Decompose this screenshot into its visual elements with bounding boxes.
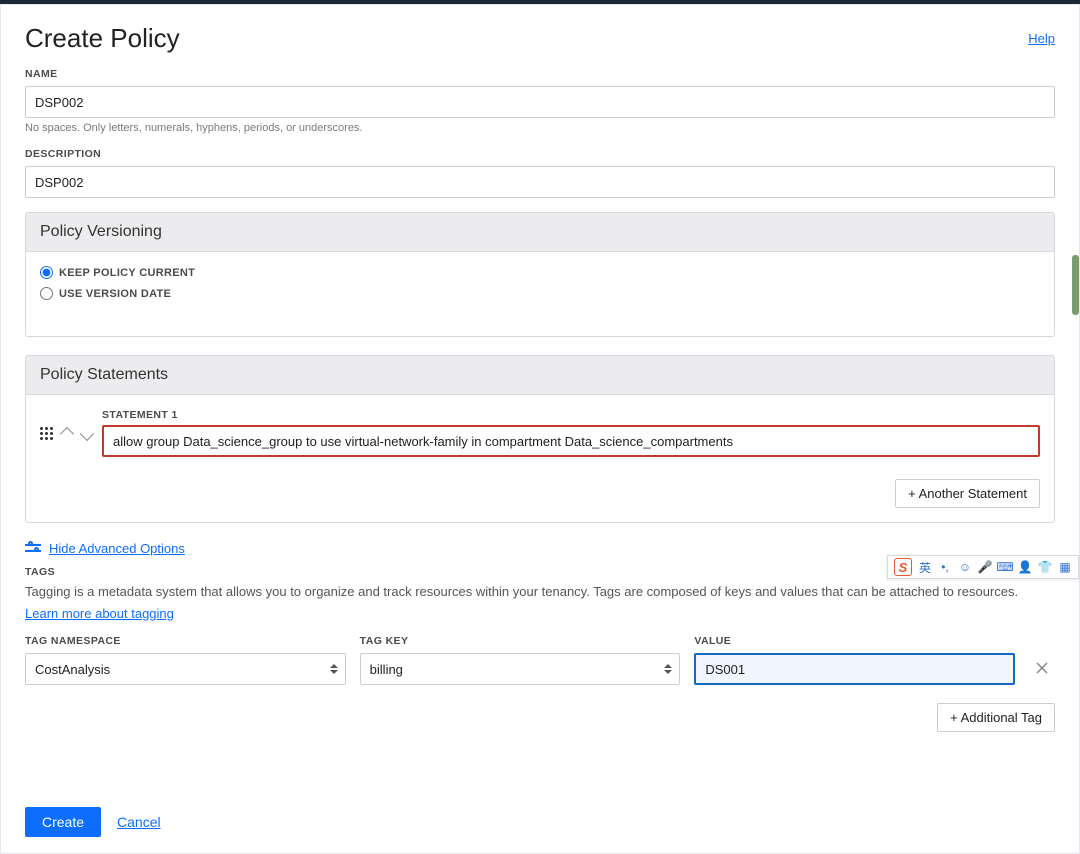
- ime-punct-icon[interactable]: •,: [938, 560, 952, 574]
- description-input[interactable]: [25, 166, 1055, 198]
- tag-key-select[interactable]: [360, 653, 681, 685]
- sliders-icon: [25, 542, 41, 556]
- name-label: NAME: [25, 68, 1055, 80]
- chevron-updown-icon: [330, 664, 338, 674]
- keep-policy-current-radio[interactable]: KEEP POLICY CURRENT: [40, 266, 1040, 279]
- statements-heading: Policy Statements: [26, 356, 1054, 395]
- learn-more-tagging-link[interactable]: Learn more about tagging: [25, 606, 174, 621]
- name-helper: No spaces. Only letters, numerals, hyphe…: [25, 122, 1055, 134]
- tag-namespace-select[interactable]: [25, 653, 346, 685]
- page-title: Create Policy: [25, 23, 180, 54]
- chevron-updown-icon: [664, 664, 672, 674]
- drag-handle-icon[interactable]: [40, 427, 52, 439]
- additional-tag-button[interactable]: + Additional Tag: [937, 703, 1055, 732]
- ime-person-icon[interactable]: 👤: [1018, 560, 1032, 574]
- tags-description: Tagging is a metadata system that allows…: [25, 584, 1055, 599]
- ime-mic-icon[interactable]: 🎤: [978, 560, 992, 574]
- hide-advanced-options-link[interactable]: Hide Advanced Options: [49, 541, 185, 556]
- scrollbar-thumb[interactable]: [1072, 255, 1079, 315]
- tag-value-input[interactable]: [694, 653, 1015, 685]
- ime-keyboard-icon[interactable]: ⌨: [998, 560, 1012, 574]
- create-button[interactable]: Create: [25, 807, 101, 837]
- ime-skin-icon[interactable]: 👕: [1038, 560, 1052, 574]
- help-link[interactable]: Help: [1028, 31, 1055, 46]
- keep-policy-current-label: KEEP POLICY CURRENT: [59, 267, 195, 279]
- use-version-date-radio-input[interactable]: [40, 287, 53, 300]
- tag-key-label: TAG KEY: [360, 635, 681, 647]
- ime-grid-icon[interactable]: ▦: [1058, 560, 1072, 574]
- tag-value-label: VALUE: [694, 635, 1015, 647]
- tag-namespace-label: TAG NAMESPACE: [25, 635, 346, 647]
- statement-1-input[interactable]: [102, 425, 1040, 457]
- name-input[interactable]: [25, 86, 1055, 118]
- ime-toolbar[interactable]: S 英 •, ☺ 🎤 ⌨ 👤 👕 ▦: [887, 555, 1079, 579]
- keep-policy-current-radio-input[interactable]: [40, 266, 53, 279]
- statement-1-label: STATEMENT 1: [102, 409, 1040, 421]
- ime-emoji-icon[interactable]: ☺: [958, 560, 972, 574]
- description-label: DESCRIPTION: [25, 148, 1055, 160]
- cancel-button[interactable]: Cancel: [117, 814, 161, 830]
- move-up-icon[interactable]: [60, 427, 74, 441]
- ime-logo-icon: S: [894, 558, 912, 576]
- versioning-heading: Policy Versioning: [26, 213, 1054, 252]
- remove-tag-button[interactable]: [1029, 655, 1055, 681]
- use-version-date-radio[interactable]: USE VERSION DATE: [40, 287, 1040, 300]
- move-down-icon[interactable]: [80, 427, 94, 441]
- use-version-date-label: USE VERSION DATE: [59, 288, 171, 300]
- another-statement-button[interactable]: + Another Statement: [895, 479, 1040, 508]
- ime-lang-icon[interactable]: 英: [918, 560, 932, 574]
